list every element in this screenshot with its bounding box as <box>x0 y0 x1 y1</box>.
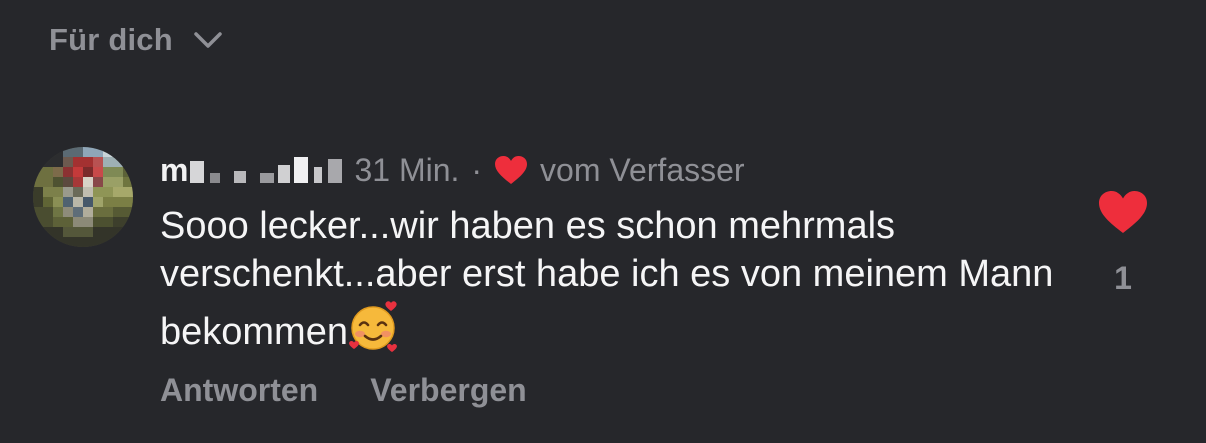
heart-icon <box>495 156 528 184</box>
username-visible-part: m <box>160 151 189 188</box>
avatar[interactable] <box>33 147 133 247</box>
separator: · <box>471 151 483 188</box>
timestamp: 31 Min. <box>354 151 460 188</box>
chevron-down-icon <box>194 32 222 48</box>
author-liked-label: vom Verfasser <box>540 151 745 188</box>
avatar-image <box>33 147 133 247</box>
comment-body: Sooo lecker...wir haben es schon mehrmal… <box>160 205 1054 353</box>
like-count: 1 <box>1114 260 1132 296</box>
hide-button[interactable]: Verbergen <box>370 372 527 409</box>
like-heart-icon[interactable] <box>1098 190 1148 234</box>
comments-panel: Für dich m 31 Min. · vom Verfasser Sooo … <box>0 0 1206 443</box>
smiling-face-with-hearts-icon <box>349 301 397 352</box>
comment: m 31 Min. · vom Verfasser Sooo lecker...… <box>160 150 1060 356</box>
like-column: 1 <box>1096 190 1150 297</box>
comment-meta: m 31 Min. · vom Verfasser <box>160 150 1060 190</box>
reply-button[interactable]: Antworten <box>160 372 318 409</box>
username[interactable]: m <box>160 151 343 189</box>
comment-actions: Antworten Verbergen <box>160 372 527 409</box>
sort-label: Für dich <box>49 22 173 57</box>
username-redacted <box>190 157 343 183</box>
sort-dropdown[interactable]: Für dich <box>49 22 223 58</box>
comment-text: Sooo lecker...wir haben es schon mehrmal… <box>160 202 1060 356</box>
